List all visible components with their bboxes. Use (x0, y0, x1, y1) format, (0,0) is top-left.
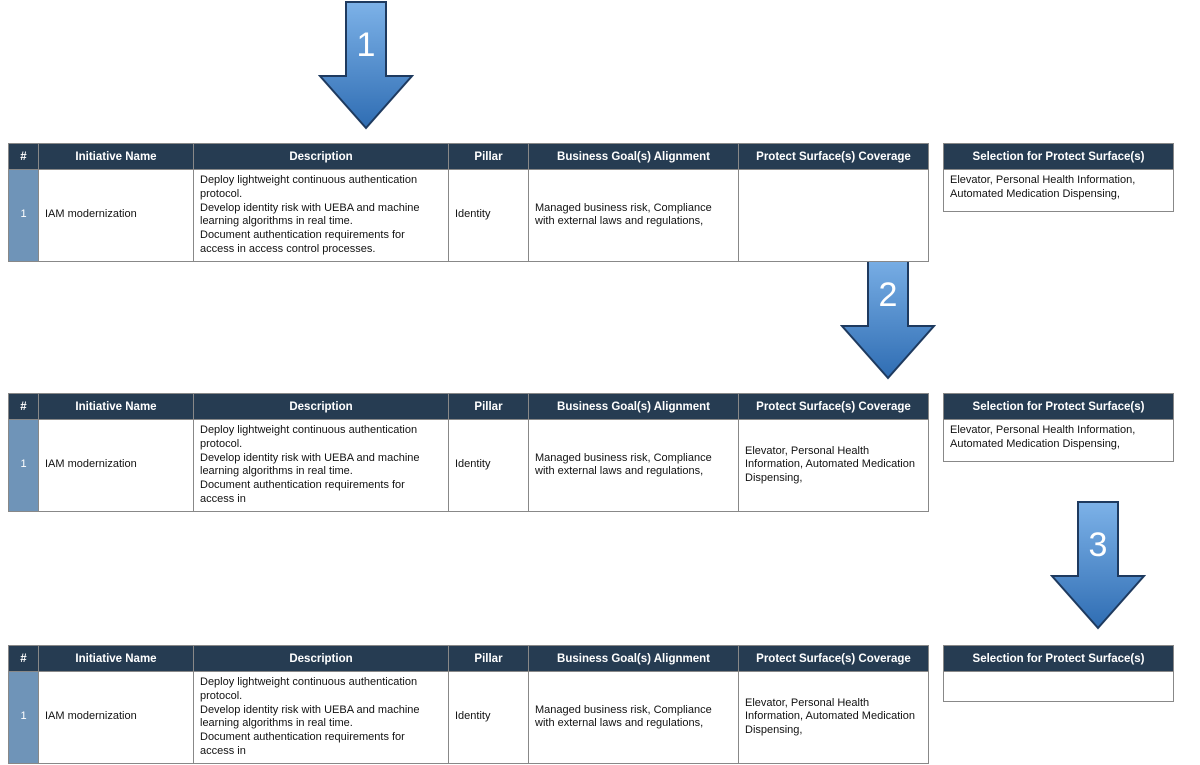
step-arrow-2: 2 (840, 250, 936, 380)
step-arrow-3: 3 (1050, 500, 1146, 630)
initiatives-table: # Initiative Name Description Pillar Bus… (8, 393, 929, 512)
cell-initiative-name: IAM modernization (39, 420, 194, 512)
col-header-protect: Protect Surface(s) Coverage (739, 394, 929, 420)
col-header-goals: Business Goal(s) Alignment (529, 394, 739, 420)
cell-business-goals: Managed business risk, Compliance with e… (529, 170, 739, 262)
step-arrow-1: 1 (318, 0, 414, 130)
diagram-canvas: 1 2 3 (0, 0, 1200, 765)
cell-pillar: Identity (449, 420, 529, 512)
cell-description: Deploy lightweight continuous authentica… (194, 672, 449, 764)
arrow-down-icon (318, 0, 414, 130)
col-header-goals: Business Goal(s) Alignment (529, 646, 739, 672)
col-header-pillar: Pillar (449, 646, 529, 672)
step-2-pane: # Initiative Name Description Pillar Bus… (8, 393, 1174, 512)
col-header-desc: Description (194, 646, 449, 672)
col-header-desc: Description (194, 394, 449, 420)
cell-row-number: 1 (9, 170, 39, 262)
cell-protect-coverage (739, 170, 929, 262)
cell-row-number: 1 (9, 672, 39, 764)
table-row: 1 IAM modernization Deploy lightweight c… (9, 170, 929, 262)
col-header-name: Initiative Name (39, 394, 194, 420)
col-header-protect: Protect Surface(s) Coverage (739, 144, 929, 170)
selection-table: Selection for Protect Surface(s) (943, 645, 1174, 702)
col-header-pillar: Pillar (449, 144, 529, 170)
step-number: 2 (840, 276, 936, 315)
cell-protect-coverage: Elevator, Personal Health Information, A… (739, 420, 929, 512)
table-header-row: # Initiative Name Description Pillar Bus… (9, 394, 929, 420)
step-number: 3 (1050, 526, 1146, 565)
col-header-num: # (9, 144, 39, 170)
cell-pillar: Identity (449, 170, 529, 262)
step-number: 1 (318, 26, 414, 65)
initiatives-table: # Initiative Name Description Pillar Bus… (8, 143, 929, 262)
col-header-selection: Selection for Protect Surface(s) (944, 646, 1174, 672)
step-3-pane: # Initiative Name Description Pillar Bus… (8, 645, 1174, 764)
table-row: 1 IAM modernization Deploy lightweight c… (9, 672, 929, 764)
col-header-protect: Protect Surface(s) Coverage (739, 646, 929, 672)
selection-table: Selection for Protect Surface(s) Elevato… (943, 393, 1174, 462)
col-header-selection: Selection for Protect Surface(s) (944, 144, 1174, 170)
step-1-pane: # Initiative Name Description Pillar Bus… (8, 143, 1174, 262)
cell-selection[interactable] (944, 672, 1174, 702)
col-header-pillar: Pillar (449, 394, 529, 420)
cell-description: Deploy lightweight continuous authentica… (194, 420, 449, 512)
cell-description: Deploy lightweight continuous authentica… (194, 170, 449, 262)
cell-protect-coverage: Elevator, Personal Health Information, A… (739, 672, 929, 764)
cell-selection[interactable]: Elevator, Personal Health Information, A… (944, 170, 1174, 212)
col-header-selection: Selection for Protect Surface(s) (944, 394, 1174, 420)
cell-row-number: 1 (9, 420, 39, 512)
col-header-num: # (9, 394, 39, 420)
col-header-num: # (9, 646, 39, 672)
col-header-desc: Description (194, 144, 449, 170)
initiatives-table: # Initiative Name Description Pillar Bus… (8, 645, 929, 764)
cell-business-goals: Managed business risk, Compliance with e… (529, 420, 739, 512)
table-header-row: # Initiative Name Description Pillar Bus… (9, 646, 929, 672)
cell-business-goals: Managed business risk, Compliance with e… (529, 672, 739, 764)
cell-initiative-name: IAM modernization (39, 672, 194, 764)
col-header-name: Initiative Name (39, 144, 194, 170)
table-row: 1 IAM modernization Deploy lightweight c… (9, 420, 929, 512)
col-header-goals: Business Goal(s) Alignment (529, 144, 739, 170)
cell-selection[interactable]: Elevator, Personal Health Information, A… (944, 420, 1174, 462)
table-header-row: # Initiative Name Description Pillar Bus… (9, 144, 929, 170)
col-header-name: Initiative Name (39, 646, 194, 672)
arrow-down-icon (1050, 500, 1146, 630)
arrow-down-icon (840, 250, 936, 380)
selection-table: Selection for Protect Surface(s) Elevato… (943, 143, 1174, 212)
cell-initiative-name: IAM modernization (39, 170, 194, 262)
cell-pillar: Identity (449, 672, 529, 764)
